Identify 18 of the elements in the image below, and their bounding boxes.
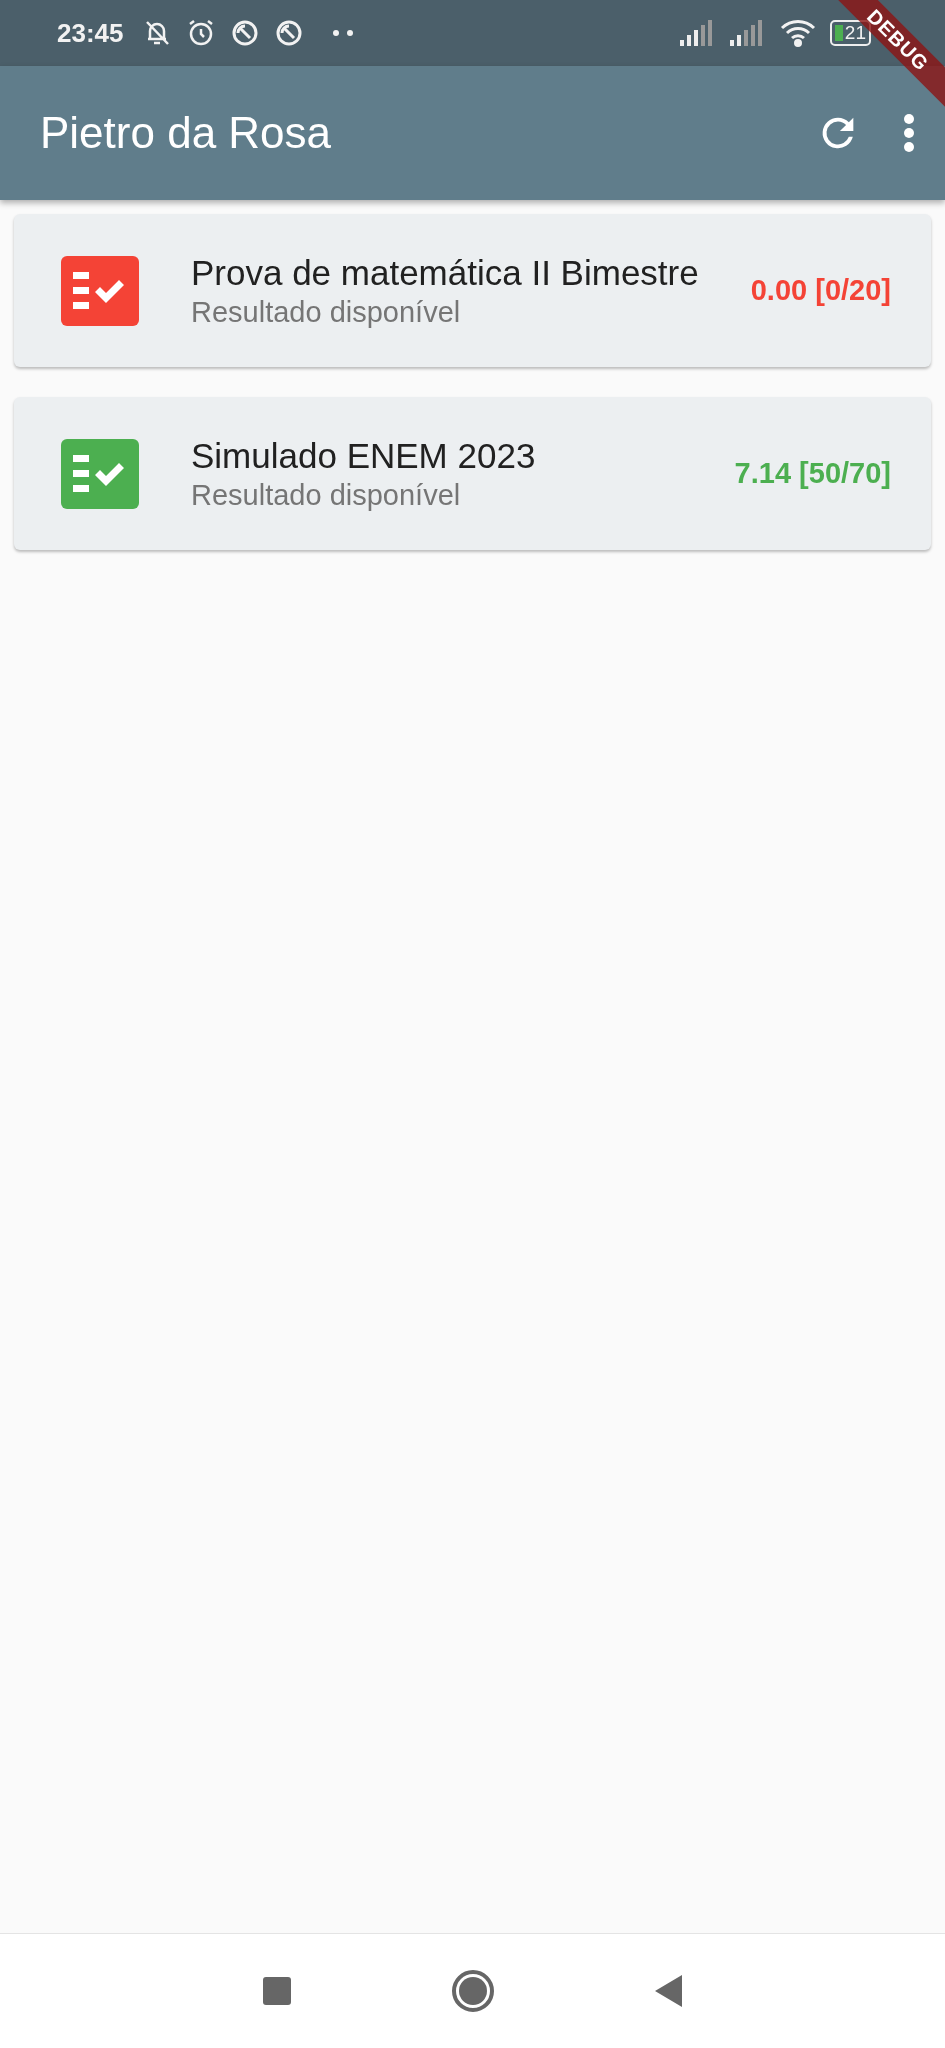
status-time: 23:45 — [57, 17, 124, 49]
back-button[interactable] — [654, 1975, 683, 2007]
wifi-icon — [779, 19, 816, 47]
result-status: Resultado disponível — [191, 477, 462, 513]
result-card[interactable]: Prova de matemática II Bimestre Resultado disponível 0.00 [0/20] — [14, 214, 931, 367]
result-score: 7.14 [50/70] — [734, 457, 891, 490]
checklist-icon — [61, 438, 139, 509]
result-score: 0.00 [0/20] — [750, 274, 891, 307]
more-notifications-icon — [331, 29, 356, 37]
app-title: Pietro da Rosa — [40, 108, 333, 158]
result-status: Resultado disponível — [191, 294, 462, 330]
result-title: Prova de matemática II Bimestre — [191, 251, 700, 294]
more-vertical-icon — [903, 113, 915, 153]
result-card[interactable]: Simulado ENEM 2023 Resultado disponível 7.14 [50/70] — [14, 397, 931, 550]
home-button[interactable] — [450, 1969, 495, 2013]
checklist-icon — [61, 255, 139, 326]
recents-button[interactable] — [262, 1977, 291, 2005]
result-title: Simulado ENEM 2023 — [191, 434, 537, 477]
